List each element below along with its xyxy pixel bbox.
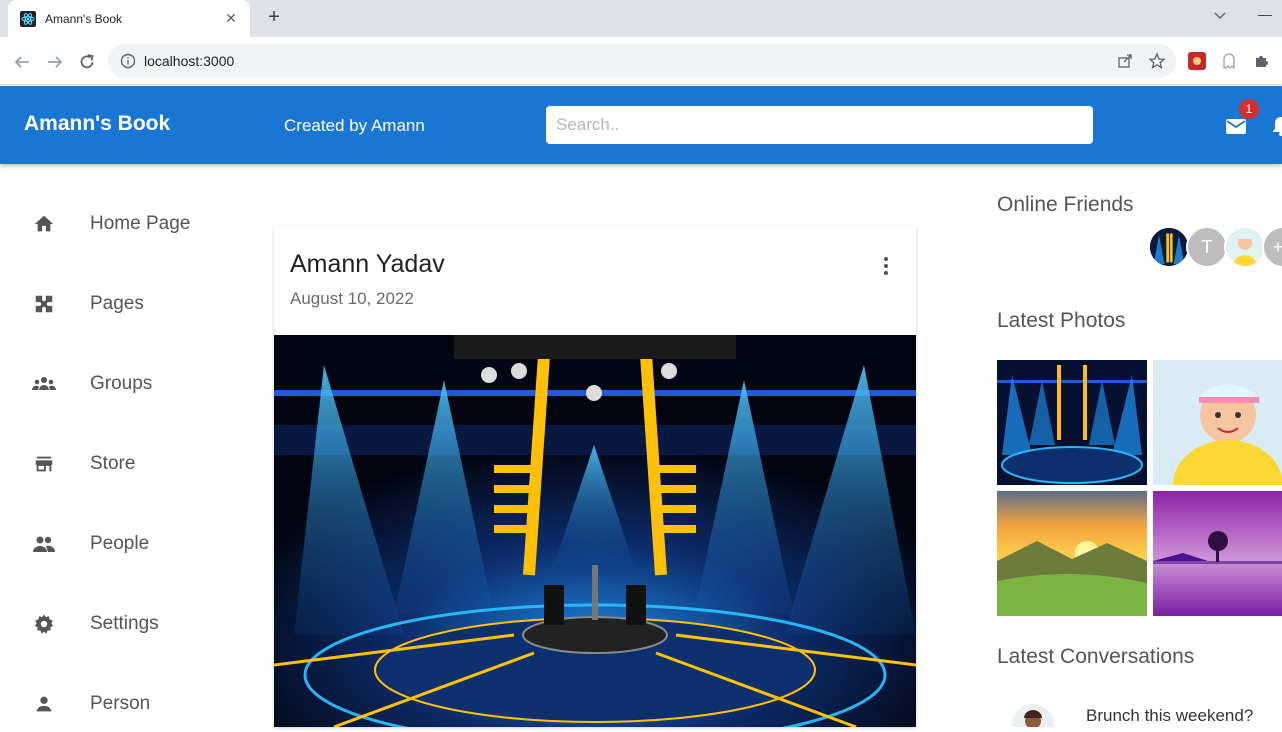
latest-photos-heading: Latest Photos — [997, 309, 1126, 332]
mail-icon[interactable]: 1 — [1225, 99, 1259, 137]
sidebar-item-label: Store — [90, 453, 136, 474]
info-icon[interactable] — [120, 53, 136, 69]
photo-thumbnail[interactable] — [997, 491, 1147, 616]
notifications-bell-icon[interactable] — [1270, 115, 1282, 137]
sidebar-item-label: Settings — [90, 613, 159, 634]
url-text[interactable]: localhost:3000 — [144, 53, 234, 69]
people-icon — [32, 532, 56, 556]
home-icon — [32, 212, 56, 236]
sidebar-item-people[interactable]: People — [0, 516, 240, 572]
extension-icon[interactable] — [1188, 52, 1206, 70]
sidebar: Home Page Pages Groups Store People Sett… — [0, 164, 240, 727]
react-favicon-icon — [20, 10, 36, 27]
avatar[interactable] — [1224, 226, 1266, 268]
right-sidebar: Online Friends T +2 Latest Photos Latest… — [996, 164, 1282, 727]
conversation-preview: Brunch this weekend? — [1086, 706, 1254, 725]
puzzle-extensions-icon[interactable] — [1252, 52, 1270, 70]
reload-icon[interactable] — [76, 51, 98, 73]
sidebar-item-label: Home Page — [90, 213, 191, 234]
share-icon[interactable] — [1116, 52, 1134, 70]
online-friends-heading: Online Friends — [997, 193, 1134, 216]
sidebar-item-store[interactable]: Store — [0, 436, 240, 492]
conversation-item[interactable]: Brunch this weekend? — [1012, 704, 1253, 727]
app-navbar: Amann's Book Created by Amann 1 — [0, 86, 1282, 164]
creator-text: Created by Amann — [284, 116, 425, 135]
minimize-button[interactable]: — — [1258, 6, 1272, 22]
avatar[interactable] — [1148, 226, 1190, 268]
groups-icon — [32, 372, 56, 396]
bookmark-star-icon[interactable] — [1148, 52, 1166, 70]
address-bar-row: localhost:3000 — [0, 37, 1282, 85]
extension-ghost-icon[interactable] — [1220, 52, 1238, 70]
search-input[interactable] — [546, 106, 1093, 144]
tab-title: Amann's Book — [45, 11, 122, 26]
settings-icon — [32, 612, 56, 636]
post-date: August 10, 2022 — [290, 289, 414, 308]
back-arrow-icon[interactable] — [11, 51, 33, 73]
sidebar-item-pages[interactable]: Pages — [0, 276, 240, 332]
close-tab-icon[interactable]: ✕ — [222, 10, 240, 27]
more-options-icon[interactable] — [876, 254, 896, 278]
forward-arrow-icon[interactable] — [44, 51, 66, 73]
omnibox[interactable]: localhost:3000 — [108, 44, 1176, 78]
post-author-name[interactable]: Amann Yadav — [290, 250, 445, 279]
sidebar-item-label: Person — [90, 693, 151, 714]
avatar[interactable]: T — [1186, 226, 1228, 268]
sidebar-item-label: Groups — [90, 373, 153, 394]
post-card: Amann Yadav August 10, 2022 — [274, 226, 916, 727]
sidebar-item-groups[interactable]: Groups — [0, 356, 240, 412]
photo-thumbnail[interactable] — [1153, 491, 1282, 616]
person-icon — [32, 692, 56, 716]
photo-thumbnail[interactable] — [997, 360, 1147, 485]
new-tab-button[interactable]: + — [262, 6, 286, 30]
sidebar-item-person[interactable]: Person — [0, 676, 240, 732]
sidebar-item-home[interactable]: Home Page — [0, 196, 240, 252]
sidebar-item-settings[interactable]: Settings — [0, 596, 240, 652]
avatar — [1012, 704, 1054, 727]
avatar[interactable]: +2 — [1262, 226, 1282, 268]
store-icon — [32, 452, 56, 476]
sidebar-item-label: People — [90, 533, 150, 554]
latest-conversations-heading: Latest Conversations — [997, 645, 1195, 668]
sidebar-item-label: Pages — [90, 293, 144, 314]
browser-tab[interactable]: Amann's Book ✕ — [8, 0, 250, 37]
pages-icon — [32, 292, 56, 316]
brand-logo[interactable]: Amann's Book — [24, 112, 170, 136]
mail-badge: 1 — [1239, 99, 1259, 119]
photo-thumbnail[interactable] — [1153, 360, 1282, 485]
post-image[interactable] — [274, 335, 916, 727]
browser-tab-strip: Amann's Book ✕ + — — [0, 0, 1282, 37]
chevron-down-icon[interactable] — [1210, 6, 1230, 26]
